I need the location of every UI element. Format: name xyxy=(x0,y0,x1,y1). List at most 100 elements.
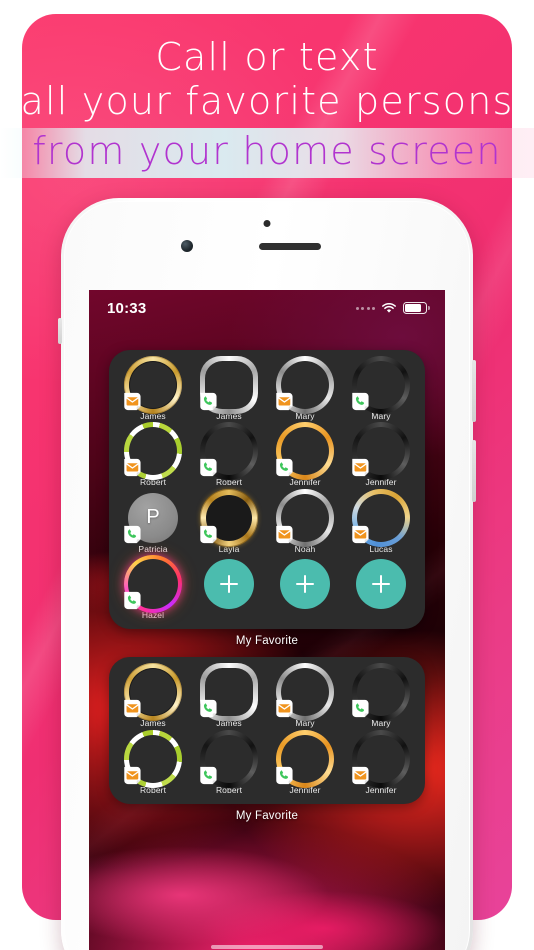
widget-label-medium: My Favorite xyxy=(235,810,299,823)
avatar-holder xyxy=(200,729,258,788)
plus-icon[interactable] xyxy=(356,559,406,610)
contact-tile[interactable]: J James xyxy=(115,663,191,728)
message-badge-icon[interactable] xyxy=(274,524,295,545)
avatar-holder xyxy=(276,729,334,788)
contact-name: Robert xyxy=(139,784,167,795)
contact-name: Mary xyxy=(295,411,315,421)
message-badge-icon[interactable] xyxy=(122,391,143,412)
contact-tile[interactable]: Lucas xyxy=(343,488,419,554)
avatar-holder: J xyxy=(124,663,182,722)
contacts-grid: J James J James Mary Mary Robert Robert Jennifer… xyxy=(115,356,419,620)
phone-screen: 10:33 J James J James Mary Mary Robert R… xyxy=(89,290,445,950)
contact-tile[interactable]: Mary xyxy=(267,663,343,728)
tile-name-spacer xyxy=(380,611,382,620)
contact-name: Layla xyxy=(218,543,240,554)
mute-switch[interactable] xyxy=(58,318,62,344)
contact-tile[interactable]: P Patricia xyxy=(115,492,191,554)
avatar-holder xyxy=(276,356,334,414)
contact-tile[interactable]: Hazel xyxy=(115,555,191,620)
contact-tile[interactable]: Jennifer xyxy=(267,729,343,795)
message-badge-icon[interactable] xyxy=(122,698,143,719)
contact-name: James xyxy=(216,718,242,729)
message-badge-icon[interactable] xyxy=(274,391,295,412)
avatar-holder xyxy=(124,555,182,614)
headline-line-3: from your home screen xyxy=(32,129,502,173)
promo-screenshot: Call or text all your favorite persons f… xyxy=(0,0,534,950)
widget-large-wrapper: J James J James Mary Mary Robert Robert Jennifer… xyxy=(109,350,425,647)
add-contact-tile[interactable] xyxy=(267,559,343,620)
contact-tile[interactable]: Robert xyxy=(115,422,191,487)
call-badge-icon[interactable] xyxy=(350,391,371,412)
contact-name: Jennifer xyxy=(365,784,397,795)
contact-tile[interactable]: Noah xyxy=(267,488,343,554)
contact-name: Patricia xyxy=(138,543,168,554)
call-badge-icon[interactable] xyxy=(122,524,143,545)
call-badge-icon[interactable] xyxy=(198,391,219,412)
avatar-holder xyxy=(276,488,334,547)
wifi-icon xyxy=(382,302,396,313)
volume-button[interactable] xyxy=(472,440,476,502)
favorites-widget-medium[interactable]: J James J James Mary Mary Robert Robert Jennifer… xyxy=(109,657,425,805)
avatar-holder: J xyxy=(200,356,258,414)
call-badge-icon[interactable] xyxy=(198,698,219,719)
widget-label-large: My Favorite xyxy=(235,635,299,648)
contact-tile[interactable]: J James xyxy=(191,356,267,421)
contact-tile[interactable]: Mary xyxy=(343,356,419,421)
contact-tile[interactable]: Layla xyxy=(191,488,267,554)
message-badge-icon[interactable] xyxy=(350,457,371,478)
headline-line-1: Call or text xyxy=(155,35,379,79)
contact-tile[interactable]: Jennifer xyxy=(343,729,419,795)
contact-tile[interactable]: Robert xyxy=(191,729,267,795)
call-badge-icon[interactable] xyxy=(122,590,143,611)
call-badge-icon[interactable] xyxy=(198,524,219,545)
message-badge-icon[interactable] xyxy=(122,457,143,478)
status-bar: 10:33 xyxy=(89,290,445,326)
avatar-holder: J xyxy=(124,356,182,414)
favorites-widget-large[interactable]: J James J James Mary Mary Robert Robert Jennifer… xyxy=(109,350,425,630)
contact-tile[interactable]: J James xyxy=(115,356,191,421)
contact-tile[interactable]: Robert xyxy=(191,422,267,487)
avatar-initial: J xyxy=(224,680,234,703)
contact-name: Jennifer xyxy=(289,784,321,795)
message-badge-icon[interactable] xyxy=(350,765,371,786)
contact-tile[interactable]: Jennifer xyxy=(343,422,419,488)
contacts-grid: J James J James Mary Mary Robert Robert Jennifer… xyxy=(115,663,419,795)
avatar-holder xyxy=(352,422,410,481)
avatar-holder: P xyxy=(124,492,178,543)
avatar-holder xyxy=(200,488,258,547)
avatar-holder: J xyxy=(200,663,258,722)
contact-tile[interactable]: J James xyxy=(191,663,267,729)
contact-tile[interactable]: Mary xyxy=(267,356,343,421)
avatar-holder xyxy=(124,422,182,481)
proximity-sensor-dot-icon xyxy=(263,220,271,227)
avatar-holder xyxy=(124,729,182,788)
call-badge-icon[interactable] xyxy=(350,698,371,719)
avatar-holder xyxy=(352,488,410,547)
contact-name: Jennifer xyxy=(289,477,321,488)
power-button[interactable] xyxy=(472,360,476,422)
add-contact-tile[interactable] xyxy=(343,559,419,620)
call-badge-icon[interactable] xyxy=(274,457,295,478)
home-indicator[interactable] xyxy=(211,945,323,949)
plus-icon[interactable] xyxy=(204,559,254,610)
avatar-holder xyxy=(200,422,258,481)
call-badge-icon[interactable] xyxy=(198,765,219,786)
contact-tile[interactable]: Robert xyxy=(115,729,191,795)
contact-tile[interactable]: Jennifer xyxy=(267,422,343,488)
signal-dots-icon xyxy=(355,306,375,310)
contact-tile[interactable]: Mary xyxy=(343,663,419,729)
status-time: 10:33 xyxy=(107,299,147,317)
message-badge-icon[interactable] xyxy=(350,524,371,545)
contact-name: Mary xyxy=(371,718,391,729)
contact-name: Noah xyxy=(294,543,316,554)
call-badge-icon[interactable] xyxy=(274,765,295,786)
tile-name-spacer xyxy=(228,611,230,620)
message-badge-icon[interactable] xyxy=(274,698,295,719)
message-badge-icon[interactable] xyxy=(122,765,143,786)
call-badge-icon[interactable] xyxy=(198,457,219,478)
contact-name: Jennifer xyxy=(365,477,397,488)
add-contact-tile[interactable] xyxy=(191,559,267,620)
plus-icon[interactable] xyxy=(280,559,330,610)
contact-name: James xyxy=(216,411,242,421)
widget-stack: J James J James Mary Mary Robert Robert Jennifer… xyxy=(89,350,445,822)
